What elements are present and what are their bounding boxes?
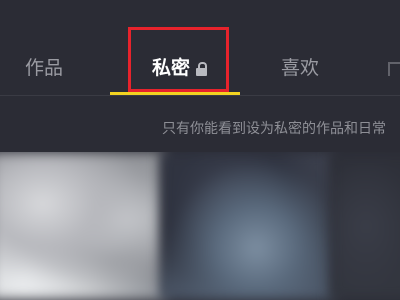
tab-likes-label: 喜欢	[281, 57, 320, 79]
tab-works[interactable]: 作品	[25, 55, 63, 81]
tab-divider	[0, 95, 400, 96]
tab-private-label: 私密	[152, 57, 191, 79]
tab-private[interactable]: 私密	[152, 55, 208, 81]
private-notice-text: 只有你能看到设为私密的作品和日常	[162, 121, 386, 137]
content-thumbnail[interactable]	[0, 152, 165, 300]
tab-works-label: 作品	[25, 57, 64, 79]
lock-icon	[196, 62, 208, 76]
profile-tab-bar: 作品 私密 喜欢	[0, 0, 400, 95]
private-content-grid	[0, 152, 400, 300]
content-thumbnail[interactable]	[330, 152, 400, 300]
content-thumbnail[interactable]	[160, 152, 335, 300]
tab-overflow-indicator	[388, 62, 400, 76]
profile-screen: 作品 私密 喜欢 只有你能看到设为私密的作品和日常	[0, 0, 400, 300]
tab-likes[interactable]: 喜欢	[281, 55, 319, 81]
